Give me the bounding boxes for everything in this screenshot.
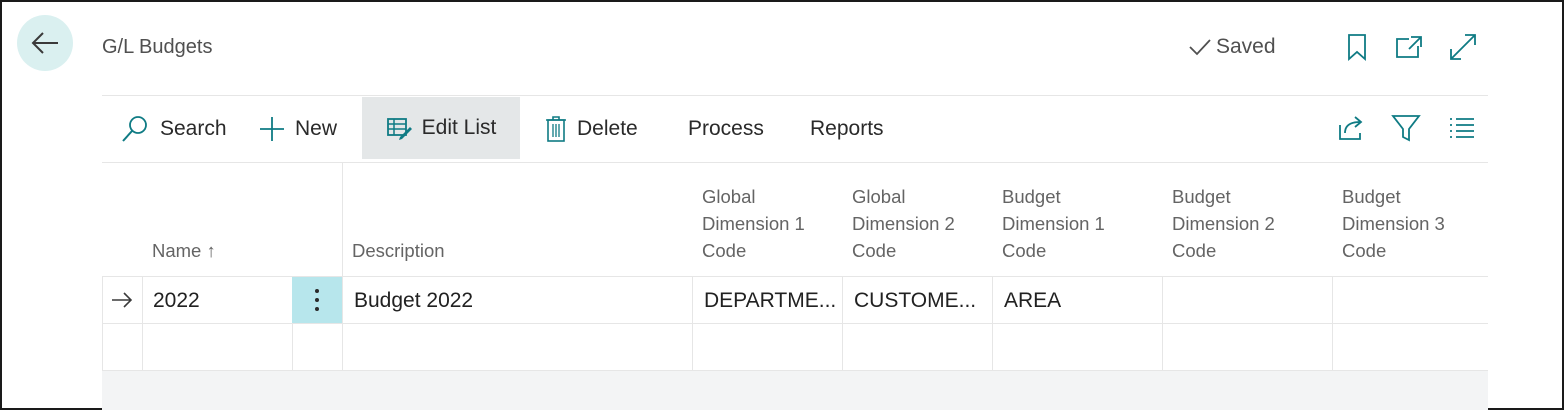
sort-ascending-icon: ↑: [206, 240, 216, 261]
bookmark-icon[interactable]: [1342, 32, 1372, 62]
page-frame: G/L Budgets Saved Search New Edit List D…: [0, 0, 1564, 410]
more-options-icon: [315, 289, 319, 311]
delete-button[interactable]: Delete: [545, 96, 638, 162]
column-header-budget-dimension-1-code[interactable]: Budget Dimension 1 Code: [1002, 183, 1105, 264]
list-view-icon[interactable]: [1446, 113, 1476, 143]
edit-list-button[interactable]: Edit List: [362, 97, 520, 159]
header-line: Dimension 3: [1342, 213, 1445, 234]
column-header-description[interactable]: Description: [352, 237, 445, 264]
cell-name[interactable]: 2022: [153, 289, 288, 313]
column-divider: [102, 277, 103, 371]
row-actions-button[interactable]: [292, 277, 342, 323]
share-icon[interactable]: [1336, 113, 1366, 143]
cell-global-dimension-1-code[interactable]: DEPARTME...: [704, 289, 840, 313]
budgets-list: Name ↑ Description Global Dimension 1 Co…: [102, 162, 1488, 410]
row-divider: [102, 323, 1488, 324]
column-header-budget-dimension-3-code[interactable]: Budget Dimension 3 Code: [1342, 183, 1445, 264]
back-arrow-icon: [31, 32, 58, 54]
column-divider: [692, 277, 693, 371]
column-divider: [1162, 277, 1163, 371]
new-label: New: [295, 117, 338, 140]
column-header-global-dimension-1-code[interactable]: Global Dimension 1 Code: [702, 183, 805, 264]
column-header-name[interactable]: Name ↑: [152, 237, 216, 264]
header-line: Dimension 2: [852, 213, 955, 234]
header-line: Dimension 1: [702, 213, 805, 234]
cell-global-dimension-2-code[interactable]: CUSTOME...: [854, 289, 990, 313]
list-footer: [102, 371, 1488, 410]
column-header-global-dimension-2-code[interactable]: Global Dimension 2 Code: [852, 183, 955, 264]
saved-label: Saved: [1216, 35, 1276, 58]
header-line: Budget: [1342, 186, 1401, 207]
header-line: Code: [852, 240, 897, 261]
cell-budget-dimension-1-code[interactable]: AREA: [1004, 289, 1154, 313]
search-icon: [122, 116, 147, 142]
page-title: G/L Budgets: [102, 36, 213, 58]
new-button[interactable]: New: [259, 96, 337, 162]
column-divider: [992, 277, 993, 371]
header-line: Code: [702, 240, 747, 261]
column-header-budget-dimension-2-code[interactable]: Budget Dimension 2 Code: [1172, 183, 1275, 264]
process-menu[interactable]: Process: [688, 96, 764, 162]
current-row-arrow-icon: [112, 292, 133, 308]
header-line: Dimension 2: [1172, 213, 1275, 234]
edit-list-icon: [386, 118, 412, 140]
delete-label: Delete: [577, 117, 638, 140]
checkmark-icon: [1189, 39, 1211, 56]
reports-label: Reports: [810, 117, 884, 140]
header-line: Budget: [1172, 186, 1231, 207]
header-line: Dimension 1: [1002, 213, 1105, 234]
column-divider: [842, 277, 843, 371]
cell-description[interactable]: Budget 2022: [354, 289, 684, 313]
column-divider: [342, 277, 343, 371]
process-label: Process: [688, 117, 764, 140]
header-divider: [342, 162, 343, 277]
saved-status: Saved: [1188, 35, 1276, 59]
expand-icon[interactable]: [1448, 32, 1478, 62]
column-divider: [1332, 277, 1333, 371]
column-divider: [142, 277, 143, 371]
search-button[interactable]: Search: [120, 96, 227, 162]
filter-icon[interactable]: [1391, 113, 1421, 143]
action-bar: Search New Edit List Delete Process Repo…: [102, 95, 1488, 163]
header-line: Code: [1172, 240, 1217, 261]
trash-icon: [546, 116, 566, 142]
search-label: Search: [160, 117, 227, 140]
back-button[interactable]: [17, 15, 73, 71]
open-new-window-icon[interactable]: [1394, 32, 1424, 62]
header-line: Global: [702, 186, 756, 207]
header-line: Budget: [1002, 186, 1061, 207]
reports-menu[interactable]: Reports: [810, 96, 884, 162]
header-line: Code: [1342, 240, 1387, 261]
header-line: Code: [1002, 240, 1047, 261]
header-line: Global: [852, 186, 906, 207]
column-header-name-label: Name: [152, 240, 202, 261]
plus-icon: [260, 117, 284, 141]
edit-list-label: Edit List: [421, 116, 497, 139]
